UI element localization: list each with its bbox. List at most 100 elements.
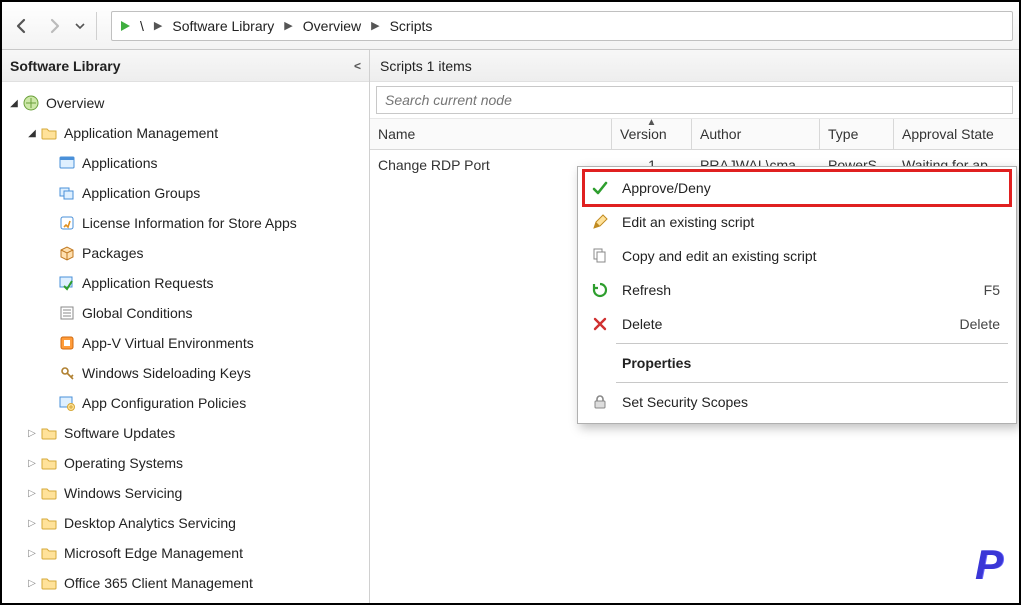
tree-item-label: Microsoft Edge Management: [64, 545, 243, 561]
search-input[interactable]: [376, 86, 1013, 114]
tree-item[interactable]: ▷ Office 365 Client Management: [2, 568, 369, 598]
nav-history-dropdown[interactable]: [72, 12, 88, 40]
column-headers: Name ▲Version Author Type Approval State: [370, 118, 1019, 150]
left-panel-title: Software Library: [10, 58, 120, 74]
chevron-right-icon[interactable]: ▷: [24, 518, 40, 529]
col-approval[interactable]: Approval State: [894, 119, 1019, 149]
chevron-down-icon[interactable]: ◢: [6, 98, 22, 109]
breadcrumb-item-1[interactable]: Overview: [301, 18, 363, 34]
collapse-left-icon[interactable]: <: [354, 59, 361, 73]
context-menu[interactable]: Approve/Deny Edit an existing script Copy …: [577, 166, 1017, 424]
keys-icon: [58, 364, 76, 382]
col-author[interactable]: Author: [692, 119, 820, 149]
col-type[interactable]: Type: [820, 119, 894, 149]
tree-item[interactable]: ◦Windows Sideloading Keys: [2, 358, 369, 388]
chevron-right-icon[interactable]: ▷: [24, 428, 40, 439]
overview-icon: [22, 94, 40, 112]
check-icon: [590, 178, 610, 198]
tree-item[interactable]: ▷Windows Servicing: [2, 478, 369, 508]
chevron-right-icon[interactable]: ▷: [24, 458, 40, 469]
breadcrumb[interactable]: \ ▶ Software Library ▶ Overview ▶ Script…: [111, 11, 1013, 41]
tree-item[interactable]: ◦Applications: [2, 148, 369, 178]
tree-item-label: Application Groups: [82, 185, 200, 201]
tree-item-label: App Configuration Policies: [82, 395, 246, 411]
tree-item[interactable]: ▷Operating Systems: [2, 448, 369, 478]
folder-icon: [40, 484, 58, 502]
breadcrumb-item-0[interactable]: Software Library: [170, 18, 276, 34]
copy-icon: [590, 246, 610, 266]
context-menu-label: Copy and edit an existing script: [622, 248, 988, 264]
search-wrap: [370, 82, 1019, 118]
context-menu-label: Edit an existing script: [622, 214, 988, 230]
lock-icon: [590, 392, 610, 412]
tree-item-label: Software Updates: [64, 425, 175, 441]
left-panel-title-bar: Software Library <: [2, 50, 369, 82]
chevron-right-icon: ▶: [146, 19, 170, 32]
folder-icon: [40, 544, 58, 562]
context-menu-label: Properties: [622, 355, 988, 371]
context-menu-label: Approve/Deny: [622, 180, 988, 196]
pkg-icon: [58, 244, 76, 262]
col-version[interactable]: ▲Version: [612, 119, 692, 149]
tree-item-label: Desktop Analytics Servicing: [64, 515, 236, 531]
context-menu-item[interactable]: Copy and edit an existing script: [584, 239, 1010, 273]
context-menu-item[interactable]: Approve/Deny: [584, 171, 1010, 205]
context-menu-item[interactable]: RefreshF5: [584, 273, 1010, 307]
navbar: \ ▶ Software Library ▶ Overview ▶ Script…: [2, 2, 1019, 50]
folder-icon: [40, 454, 58, 472]
context-menu-separator: [616, 343, 1008, 344]
tree-item[interactable]: ▷ Microsoft Edge Management: [2, 538, 369, 568]
context-menu-item[interactable]: Edit an existing script: [584, 205, 1010, 239]
nav-back-button[interactable]: [8, 12, 36, 40]
appv-icon: [58, 334, 76, 352]
tree-item[interactable]: ◦Packages: [2, 238, 369, 268]
chevron-right-icon[interactable]: ▷: [24, 578, 40, 589]
tree-item[interactable]: ◦App-V Virtual Environments: [2, 328, 369, 358]
context-menu-label: Refresh: [622, 282, 972, 298]
left-panel: Software Library < ◢Overview◢Application…: [2, 50, 370, 603]
global-icon: [58, 304, 76, 322]
breadcrumb-item-2[interactable]: Scripts: [388, 18, 435, 34]
tree-item[interactable]: ◦Application Groups: [2, 178, 369, 208]
tree-item[interactable]: ◦App Configuration Policies: [2, 388, 369, 418]
tree-item-label: Application Requests: [82, 275, 214, 291]
breadcrumb-play-icon: [116, 17, 134, 35]
breadcrumb-root[interactable]: \: [138, 18, 146, 34]
appgrp-icon: [58, 184, 76, 202]
tree-item[interactable]: ◦Application Requests: [2, 268, 369, 298]
tree-item[interactable]: ◢Application Management: [2, 118, 369, 148]
tree-item-label: App-V Virtual Environments: [82, 335, 254, 351]
chevron-right-icon: ▶: [276, 19, 300, 32]
watermark-logo: P: [975, 541, 1001, 589]
chevron-right-icon[interactable]: ▷: [24, 488, 40, 499]
cell-name: Change RDP Port: [370, 150, 612, 180]
tree-item[interactable]: ▷ Desktop Analytics Servicing: [2, 508, 369, 538]
tree-item[interactable]: ▷ Software Updates: [2, 418, 369, 448]
license-icon: [58, 214, 76, 232]
delete-icon: [590, 314, 610, 334]
context-menu-item[interactable]: DeleteDelete: [584, 307, 1010, 341]
nav-separator: [96, 12, 97, 40]
tree-item[interactable]: ◦License Information for Store Apps: [2, 208, 369, 238]
tree-item-label: Applications: [82, 155, 158, 171]
tree-item[interactable]: ◦Global Conditions: [2, 298, 369, 328]
tree-item-label: Overview: [46, 95, 104, 111]
context-menu-item[interactable]: Set Security Scopes: [584, 385, 1010, 419]
tree-item-label: Office 365 Client Management: [64, 575, 253, 591]
context-menu-item[interactable]: Properties: [584, 346, 1010, 380]
context-menu-accelerator: Delete: [960, 316, 1004, 332]
chevron-right-icon: ▶: [363, 19, 387, 32]
chevron-down-icon[interactable]: ◢: [24, 128, 40, 139]
navigation-tree[interactable]: ◢Overview◢Application Management◦Applica…: [2, 82, 369, 603]
col-name[interactable]: Name: [370, 119, 612, 149]
chevron-right-icon[interactable]: ▷: [24, 548, 40, 559]
tree-item-label: Packages: [82, 245, 143, 261]
cfgpol-icon: [58, 394, 76, 412]
appreq-icon: [58, 274, 76, 292]
context-menu-label: Set Security Scopes: [622, 394, 988, 410]
nav-forward-button[interactable]: [40, 12, 68, 40]
pencil-icon: [590, 212, 610, 232]
folder-icon: [40, 424, 58, 442]
tree-item[interactable]: ◢ Overview: [2, 88, 369, 118]
folder-icon: [40, 124, 58, 142]
